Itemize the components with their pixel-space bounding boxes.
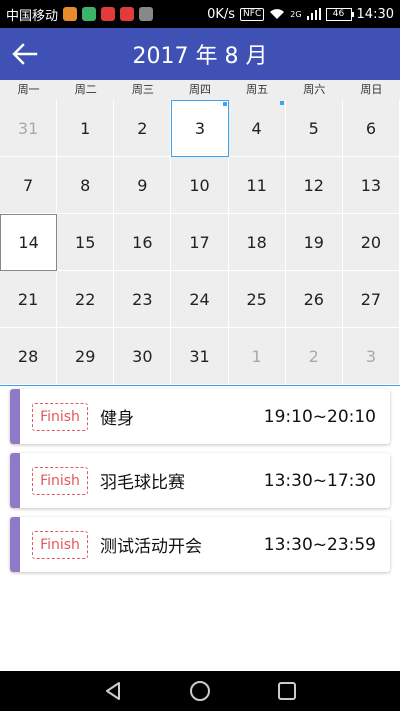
app-notification-icon xyxy=(63,7,78,21)
event-list: Finish 健身 19:10~20:10 Finish 羽毛球比赛 13:30… xyxy=(0,386,400,671)
calendar-day[interactable]: 16 xyxy=(114,214,172,271)
calendar-day[interactable]: 1 xyxy=(57,100,115,157)
calendar-day[interactable]: 18 xyxy=(228,214,286,271)
weekday-label: 周一 xyxy=(17,83,40,96)
status-badge: Finish xyxy=(32,530,88,559)
system-nav-bar xyxy=(0,671,400,711)
app-bar: 2017 年 8 月 xyxy=(0,28,400,80)
weekday-label: 周日 xyxy=(360,83,383,96)
app-notification-icon xyxy=(139,7,154,21)
calendar-day[interactable]: 2 xyxy=(285,328,343,385)
nav-home-button[interactable] xyxy=(186,677,214,705)
calendar-day[interactable]: 23 xyxy=(114,271,172,328)
nfc-icon: NFC xyxy=(240,7,265,21)
event-time: 13:30~23:59 xyxy=(263,534,376,555)
calendar-day[interactable]: 30 xyxy=(114,328,172,385)
circle-home-icon xyxy=(189,681,210,701)
calendar-day[interactable]: 6 xyxy=(342,100,400,157)
weekday-label: 周六 xyxy=(303,83,326,96)
calendar-day[interactable]: 31 xyxy=(171,328,229,385)
back-button[interactable] xyxy=(10,40,40,68)
calendar-grid: 31 1 2 3 4 5 6 7 8 9 10 11 12 13 14 15 1… xyxy=(0,100,400,385)
calendar-day[interactable]: 25 xyxy=(228,271,286,328)
status-badge: Finish xyxy=(32,402,88,431)
calendar-day[interactable]: 1 xyxy=(228,328,286,385)
calendar-day[interactable]: 21 xyxy=(0,271,58,328)
calendar-day[interactable]: 2 xyxy=(114,100,172,157)
arrow-left-icon xyxy=(12,43,38,65)
carrier-label: 中国移动 xyxy=(6,8,59,24)
signal-icon xyxy=(306,8,321,20)
event-color-stripe xyxy=(10,389,20,444)
weekday-label: 周三 xyxy=(131,83,154,96)
calendar-day[interactable]: 22 xyxy=(57,271,115,328)
network-type: 2G xyxy=(290,9,302,19)
nav-back-button[interactable] xyxy=(99,677,127,705)
app-notification-icon xyxy=(101,7,116,21)
calendar-day[interactable]: 19 xyxy=(285,214,343,271)
calendar-day[interactable]: 28 xyxy=(0,328,58,385)
event-color-stripe xyxy=(10,453,20,508)
weekday-label: 周五 xyxy=(246,83,269,96)
event-time: 19:10~20:10 xyxy=(263,406,376,427)
calendar-day[interactable]: 26 xyxy=(285,271,343,328)
calendar-day[interactable]: 15 xyxy=(57,214,115,271)
calendar-day[interactable]: 24 xyxy=(171,271,229,328)
calendar-day[interactable]: 31 xyxy=(0,100,58,157)
calendar-day[interactable]: 9 xyxy=(114,157,172,214)
weekday-header: 周一 周二 周三 周四 周五 周六 周日 xyxy=(0,80,400,100)
calendar-day[interactable]: 10 xyxy=(171,157,229,214)
event-card[interactable]: Finish 健身 19:10~20:10 xyxy=(10,389,390,444)
square-recents-icon xyxy=(277,682,296,700)
event-card[interactable]: Finish 测试活动开会 13:30~23:59 xyxy=(10,517,390,572)
calendar-day[interactable]: 17 xyxy=(171,214,229,271)
calendar-day[interactable]: 29 xyxy=(57,328,115,385)
clock: 14:30 xyxy=(356,6,394,22)
calendar-day-today[interactable]: 3 xyxy=(171,100,229,157)
event-title: 健身 xyxy=(100,409,134,429)
wifi-icon xyxy=(270,9,285,19)
calendar-day[interactable]: 12 xyxy=(285,157,343,214)
event-marker xyxy=(279,101,284,105)
calendar-day[interactable]: 5 xyxy=(285,100,343,157)
app-notification-icon xyxy=(82,7,97,21)
network-speed: 0K/s xyxy=(207,6,236,22)
event-marker xyxy=(222,102,227,106)
app-notification-icon xyxy=(120,7,135,21)
calendar-day[interactable]: 3 xyxy=(342,328,400,385)
calendar-day[interactable]: 4 xyxy=(228,100,286,157)
calendar-day[interactable]: 20 xyxy=(342,214,400,271)
calendar-day[interactable]: 8 xyxy=(57,157,115,214)
event-card[interactable]: Finish 羽毛球比赛 13:30~17:30 xyxy=(10,453,390,508)
calendar-day-selected[interactable]: 14 xyxy=(0,214,58,271)
triangle-back-icon xyxy=(106,682,121,700)
weekday-label: 周二 xyxy=(74,83,97,96)
day-number: 3 xyxy=(194,119,206,138)
nav-recents-button[interactable] xyxy=(273,677,301,705)
weekday-label: 周四 xyxy=(188,83,211,96)
calendar-day[interactable]: 27 xyxy=(342,271,400,328)
event-color-stripe xyxy=(10,517,20,572)
calendar-day[interactable]: 13 xyxy=(342,157,400,214)
event-title: 羽毛球比赛 xyxy=(100,473,185,493)
status-bar: 中国移动 0K/s NFC 2G 46 14:30 xyxy=(0,0,400,28)
day-number: 4 xyxy=(251,118,262,138)
battery-icon: 46 xyxy=(325,7,354,21)
calendar-day[interactable]: 7 xyxy=(0,157,58,214)
event-title: 测试活动开会 xyxy=(100,537,202,557)
calendar-day[interactable]: 11 xyxy=(228,157,286,214)
status-badge: Finish xyxy=(32,466,88,495)
month-title: 2017 年 8 月 xyxy=(132,44,268,69)
event-time: 13:30~17:30 xyxy=(263,470,376,491)
